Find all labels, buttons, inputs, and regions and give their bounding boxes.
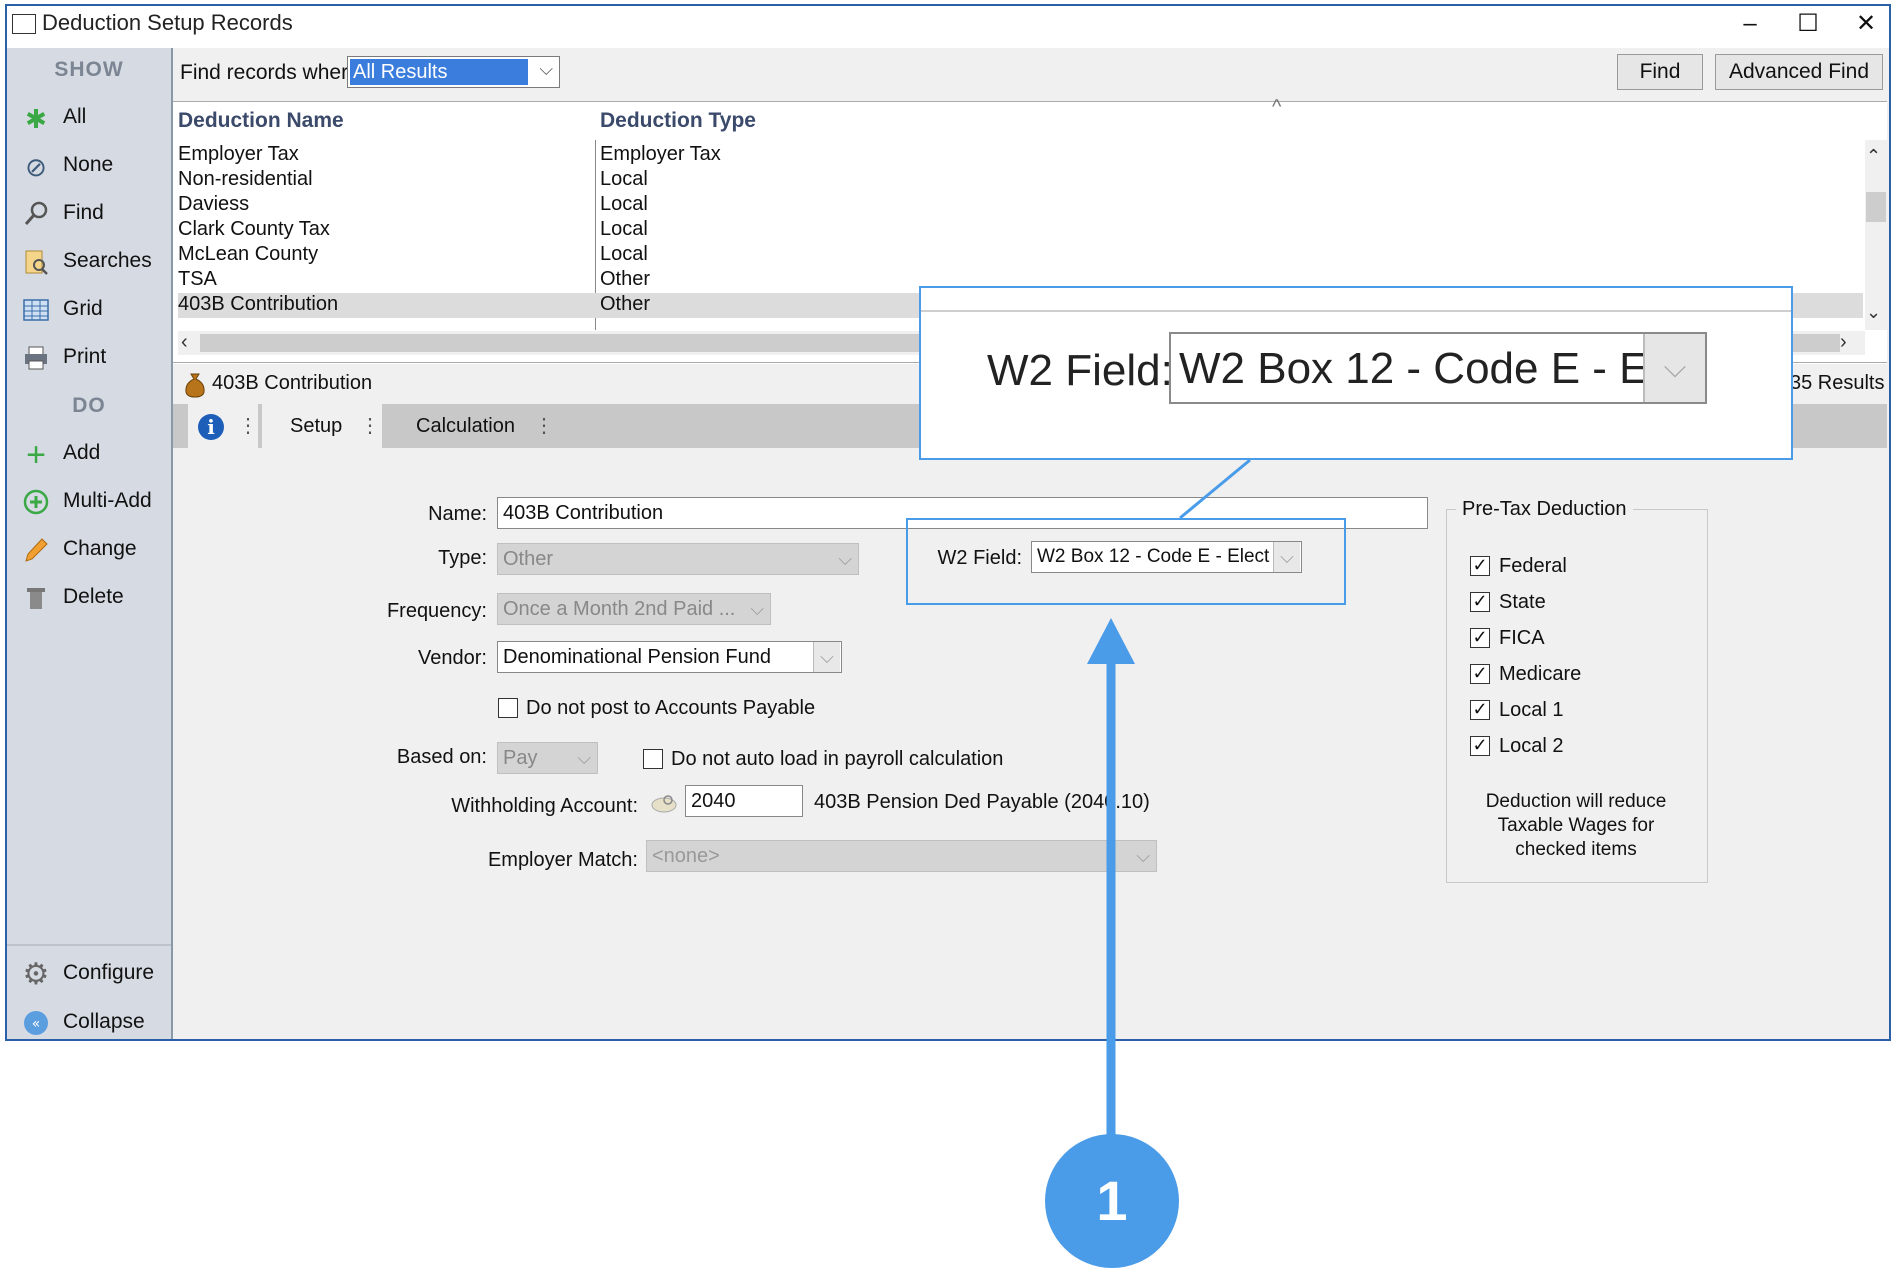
zoom-w2-label: W2 Field: bbox=[987, 346, 1173, 395]
zoom-w2-value: W2 Box 12 - Code E - Elect bbox=[1179, 344, 1707, 393]
zoom-callout-rule bbox=[921, 310, 1791, 312]
zoom-callout: W2 Field: W2 Box 12 - Code E - Elect ⌵ bbox=[919, 286, 1793, 460]
callout-arrow-head bbox=[1087, 618, 1135, 664]
step-number-badge: 1 bbox=[1045, 1134, 1179, 1268]
w2-field-highlight bbox=[906, 518, 1346, 605]
callout-connector bbox=[1179, 458, 1251, 520]
zoom-w2-select: W2 Box 12 - Code E - Elect ⌵ bbox=[1169, 332, 1707, 404]
annotation-overlay bbox=[1087, 458, 1251, 1136]
zoom-chevron-down-icon: ⌵ bbox=[1643, 334, 1705, 402]
